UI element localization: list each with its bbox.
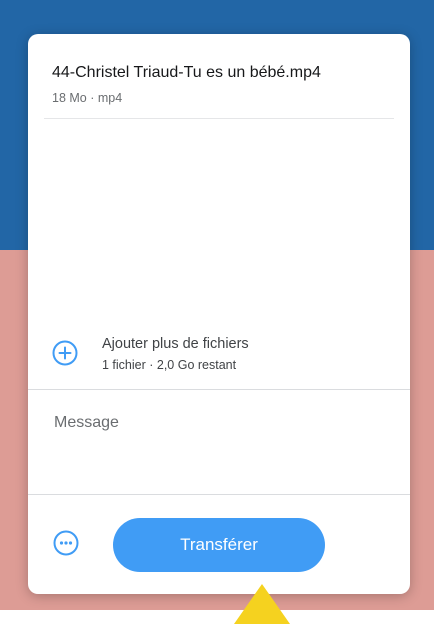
cursor-arrow-icon (234, 584, 290, 624)
message-input[interactable] (28, 390, 410, 495)
file-item: 44-Christel Triaud-Tu es un bébé.mp4 18 … (44, 34, 394, 119)
transfer-button[interactable]: Transférer (113, 518, 325, 572)
transfer-panel: 44-Christel Triaud-Tu es un bébé.mp4 18 … (28, 34, 410, 594)
add-files-section: Ajouter plus de fichiers 1 fichier · 2,0… (28, 324, 410, 390)
add-more-files-link[interactable]: Ajouter plus de fichiers (102, 336, 249, 352)
plus-circle-icon[interactable] (52, 340, 78, 366)
ellipsis-circle-icon[interactable] (53, 530, 79, 556)
file-meta: 18 Mo · mp4 (52, 91, 123, 105)
files-count-remaining: 1 fichier · 2,0 Go restant (102, 358, 237, 372)
file-name: 44-Christel Triaud-Tu es un bébé.mp4 (52, 64, 321, 81)
